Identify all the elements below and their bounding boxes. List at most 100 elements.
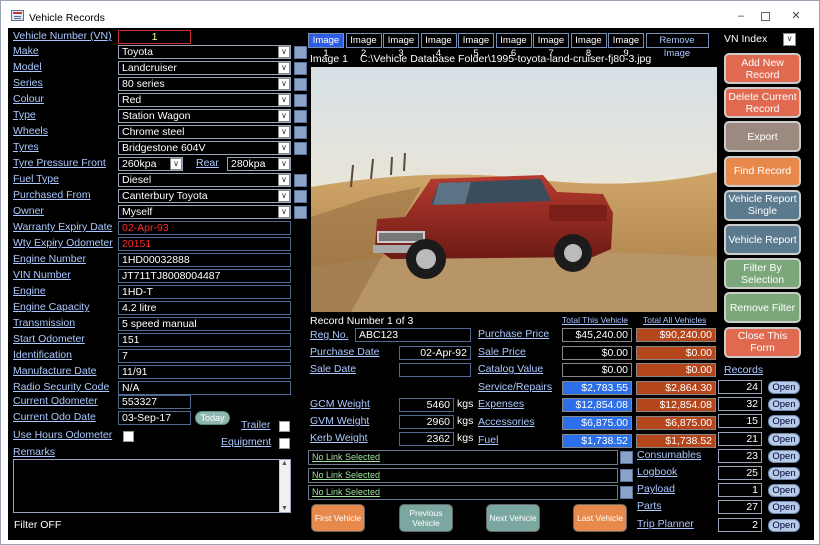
- fuel-label[interactable]: Fuel: [478, 434, 498, 446]
- equipment-checkbox[interactable]: [279, 438, 290, 449]
- scroll-down-icon[interactable]: ▼: [281, 505, 288, 512]
- use-hours-checkbox[interactable]: [123, 431, 134, 442]
- sale-date-field[interactable]: [399, 363, 471, 377]
- model-edit-button[interactable]: [294, 62, 307, 75]
- purchased-from-edit-button[interactable]: [294, 190, 307, 203]
- identification-field[interactable]: 7: [118, 349, 291, 363]
- last-vehicle-button[interactable]: Last Vehicle: [573, 504, 627, 532]
- fuel-type-dropdown-icon[interactable]: ∨: [278, 174, 290, 186]
- radio-security-code-field[interactable]: N/A: [118, 381, 291, 395]
- tab-image-5[interactable]: Image 5: [458, 33, 494, 59]
- trailer-checkbox[interactable]: [279, 421, 290, 432]
- consumables-open-button[interactable]: Open: [768, 449, 800, 463]
- link-slot-3-button[interactable]: [620, 486, 633, 499]
- engine-field[interactable]: 1HD-T: [118, 285, 291, 299]
- manufacture-date-field[interactable]: 11/91: [118, 365, 291, 379]
- series-dropdown-icon[interactable]: ∨: [278, 78, 290, 90]
- parts-label[interactable]: Parts: [637, 500, 662, 512]
- accessories-label[interactable]: Accessories: [478, 416, 535, 428]
- type-select[interactable]: Station Wagon: [118, 109, 291, 123]
- type-edit-button[interactable]: [294, 110, 307, 123]
- engine-number-field[interactable]: 1HD00032888: [118, 253, 291, 267]
- current-odometer-field[interactable]: 553327: [118, 395, 191, 409]
- link-slot-1-button[interactable]: [620, 451, 633, 464]
- fuel-type-select[interactable]: Diesel: [118, 173, 291, 187]
- owner-select[interactable]: Myself: [118, 205, 291, 219]
- trip-planner-label[interactable]: Trip Planner: [637, 518, 694, 530]
- tab-image-3[interactable]: Image 3: [383, 33, 419, 59]
- tyre-front-dropdown-icon[interactable]: ∨: [170, 158, 182, 170]
- record-4-open-button[interactable]: Open: [768, 432, 800, 446]
- purchase-date-field[interactable]: 02-Apr-92: [399, 346, 471, 360]
- payload-open-button[interactable]: Open: [768, 484, 800, 498]
- tab-image-4[interactable]: Image 4: [420, 33, 457, 59]
- purchased-from-select[interactable]: Canterbury Toyota: [118, 189, 291, 203]
- tyre-rear-dropdown-icon[interactable]: ∨: [278, 158, 290, 170]
- link-slot-1[interactable]: No Link Selected: [308, 450, 618, 465]
- delete-current-record-button[interactable]: Delete Current Record: [724, 87, 801, 119]
- wty-expiry-odometer-field[interactable]: 20151: [118, 237, 291, 251]
- record-1-open-button[interactable]: Open: [768, 381, 800, 394]
- remarks-textarea[interactable]: ▲ ▼: [13, 459, 291, 513]
- tab-image-6[interactable]: Image 6: [495, 33, 532, 59]
- owner-edit-button[interactable]: [294, 206, 307, 219]
- engine-capacity-field[interactable]: 4.2 litre: [118, 301, 291, 315]
- find-record-button[interactable]: Find Record: [724, 155, 801, 187]
- make-dropdown-icon[interactable]: ∨: [278, 46, 290, 58]
- minimize-icon[interactable]: –: [735, 10, 747, 22]
- gcm-weight-field[interactable]: 5460: [399, 398, 454, 412]
- tab-image-1[interactable]: Image 1: [308, 33, 344, 59]
- colour-select[interactable]: Red: [118, 93, 291, 107]
- remove-filter-button[interactable]: Remove Filter: [724, 292, 801, 324]
- tab-image-8[interactable]: Image 8: [570, 33, 607, 59]
- parts-open-button[interactable]: Open: [768, 501, 800, 515]
- today-button[interactable]: Today: [195, 411, 230, 425]
- kerb-weight-field[interactable]: 2362: [399, 432, 454, 446]
- start-odometer-field[interactable]: 151: [118, 333, 291, 347]
- warranty-expiry-date-field[interactable]: 02-Apr-93: [118, 221, 291, 235]
- tab-image-7[interactable]: Image 7: [533, 33, 569, 59]
- first-vehicle-button[interactable]: First Vehicle: [311, 504, 365, 532]
- series-select[interactable]: 80 series: [118, 77, 291, 91]
- next-vehicle-button[interactable]: Next Vehicle: [486, 504, 540, 532]
- vn-index-dropdown-icon[interactable]: ∨: [783, 33, 796, 46]
- tab-image-9[interactable]: Image 9: [608, 33, 644, 59]
- close-this-form-button[interactable]: Close This Form: [724, 326, 801, 358]
- reg-no-field[interactable]: ABC123: [355, 328, 471, 342]
- add-new-record-button[interactable]: Add New Record: [724, 53, 801, 84]
- filter-by-selection-button[interactable]: Filter By Selection: [724, 258, 801, 290]
- wheels-dropdown-icon[interactable]: ∨: [278, 126, 290, 138]
- restore-icon[interactable]: [761, 12, 770, 21]
- remove-image-button[interactable]: Remove Image: [645, 33, 709, 59]
- logbook-label[interactable]: Logbook: [637, 466, 677, 478]
- link-slot-2-button[interactable]: [620, 468, 633, 482]
- expenses-label[interactable]: Expenses: [478, 398, 524, 410]
- previous-vehicle-button[interactable]: Previous Vehicle: [399, 504, 453, 532]
- vehicle-report-single-button[interactable]: Vehicle Report Single: [724, 189, 801, 221]
- logbook-open-button[interactable]: Open: [768, 467, 800, 480]
- vehicle-number-field[interactable]: 1: [118, 30, 191, 44]
- tyres-dropdown-icon[interactable]: ∨: [278, 142, 290, 154]
- close-icon[interactable]: ✕: [790, 10, 802, 22]
- series-edit-button[interactable]: [294, 78, 307, 91]
- record-2-open-button[interactable]: Open: [768, 398, 800, 412]
- gvm-weight-field[interactable]: 2960: [399, 415, 454, 429]
- fuel-type-edit-button[interactable]: [294, 174, 307, 187]
- tab-image-2[interactable]: Image 2: [345, 33, 382, 59]
- colour-dropdown-icon[interactable]: ∨: [278, 94, 290, 106]
- model-dropdown-icon[interactable]: ∨: [278, 62, 290, 74]
- record-3-open-button[interactable]: Open: [768, 415, 800, 429]
- link-slot-3[interactable]: No Link Selected: [308, 485, 618, 500]
- transmission-field[interactable]: 5 speed manual: [118, 317, 291, 331]
- wheels-edit-button[interactable]: [294, 126, 307, 139]
- make-select[interactable]: Toyota: [118, 45, 291, 59]
- tyres-select[interactable]: Bridgestone 604V: [118, 141, 291, 155]
- tyres-edit-button[interactable]: [294, 142, 307, 155]
- link-slot-2[interactable]: No Link Selected: [308, 467, 618, 483]
- vin-number-field[interactable]: JT711TJ8008004487: [118, 269, 291, 283]
- make-edit-button[interactable]: [294, 46, 307, 59]
- trip-planner-open-button[interactable]: Open: [768, 518, 800, 532]
- wheels-select[interactable]: Chrome steel: [118, 125, 291, 139]
- vehicle-report-button[interactable]: Vehicle Report: [724, 224, 801, 255]
- purchased-from-dropdown-icon[interactable]: ∨: [278, 190, 290, 202]
